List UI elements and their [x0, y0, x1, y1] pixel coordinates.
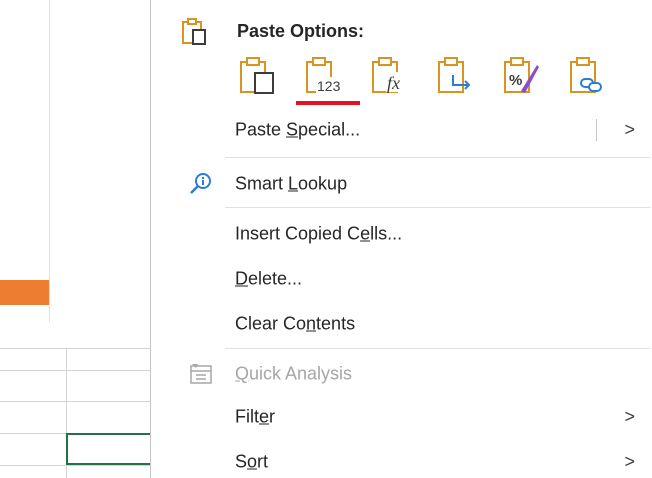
- label-part: pecial...: [298, 119, 361, 140]
- paste-values-icon: 123: [303, 55, 343, 100]
- clipboard-icon: [179, 16, 209, 46]
- chart-frame-edge: [49, 0, 50, 322]
- paste-link-button[interactable]: [565, 55, 609, 99]
- label-part: Insert Copied C: [235, 223, 361, 244]
- quick-analysis-label: Quick Analysis: [235, 364, 352, 385]
- paste-transpose-icon: [435, 55, 475, 100]
- grid-row-line: [0, 348, 160, 349]
- access-key: e: [360, 223, 371, 244]
- label-part: lls...: [370, 223, 403, 244]
- label-part: Filt: [235, 406, 259, 427]
- filter-item[interactable]: Filter >: [151, 395, 651, 439]
- chevron-right-icon: >: [624, 406, 635, 427]
- access-key: o: [247, 451, 258, 472]
- label-part: Paste: [235, 119, 287, 140]
- quick-analysis-item: Quick Analysis: [151, 352, 651, 396]
- paste-values-button[interactable]: 123: [296, 55, 360, 105]
- selected-underline: [296, 101, 360, 105]
- paste-formulas-badge: fx: [387, 73, 400, 93]
- insert-copied-cells-item[interactable]: Insert Copied Cells...: [151, 212, 651, 256]
- paste-button[interactable]: [235, 55, 279, 99]
- delete-label: Delete...: [235, 269, 302, 290]
- smart-lookup-item[interactable]: Smart Lookup: [151, 162, 651, 206]
- chevron-right-icon: >: [624, 451, 635, 472]
- label-part: Smart: [235, 173, 289, 194]
- label-part: r: [269, 406, 276, 427]
- access-key: Q: [235, 363, 250, 384]
- excel-window: Paste Options: 123 fx % Paste Special...…: [0, 0, 652, 478]
- clear-contents-item[interactable]: Clear Contents: [151, 302, 651, 346]
- paste-special-label: Paste Special...: [235, 120, 360, 141]
- delete-item[interactable]: Delete...: [151, 257, 651, 301]
- submenu-separator: [596, 119, 597, 141]
- label-part: rt: [257, 451, 269, 472]
- label-part: elete...: [248, 268, 303, 289]
- label-part: S: [235, 451, 248, 472]
- paste-values-badge: 123: [317, 78, 341, 94]
- sort-label: Sort: [235, 452, 268, 473]
- label-part: ookup: [298, 173, 348, 194]
- chevron-right-icon[interactable]: >: [624, 120, 635, 141]
- paste-special-item[interactable]: Paste Special... >: [151, 108, 651, 152]
- access-key: L: [288, 173, 299, 194]
- menu-divider: [225, 348, 651, 349]
- access-key: D: [235, 268, 248, 289]
- search-icon: [187, 170, 215, 198]
- paste-link-icon: [567, 55, 607, 100]
- grid-row-line: [0, 465, 160, 466]
- sort-item[interactable]: Sort >: [151, 440, 651, 478]
- access-key: S: [286, 119, 299, 140]
- paste-options-label: Paste Options:: [237, 20, 365, 41]
- menu-divider: [225, 207, 651, 208]
- selected-cell[interactable]: [66, 433, 154, 465]
- chart-bar[interactable]: [0, 280, 49, 305]
- quick-analysis-icon: [187, 360, 215, 388]
- menu-divider: [225, 157, 651, 158]
- label-part: uick Analysis: [249, 363, 353, 384]
- label-part: Clear Co: [235, 313, 307, 334]
- paste-formatting-button[interactable]: %: [499, 55, 543, 99]
- grid-row-line: [0, 370, 160, 371]
- clear-contents-label: Clear Contents: [235, 314, 355, 335]
- paste-transpose-button[interactable]: [433, 55, 477, 99]
- paste-formulas-icon: fx: [369, 55, 409, 100]
- label-part: tents: [316, 313, 356, 334]
- filter-label: Filter: [235, 407, 275, 428]
- paste-icon: [237, 55, 277, 100]
- paste-formatting-icon: %: [501, 55, 541, 100]
- smart-lookup-label: Smart Lookup: [235, 174, 347, 195]
- paste-formatting-badge: %: [509, 72, 522, 89]
- worksheet-area[interactable]: [0, 0, 160, 478]
- paste-options-header: Paste Options:: [179, 14, 364, 48]
- access-key: n: [306, 313, 317, 334]
- grid-row-line: [0, 401, 160, 402]
- paste-formulas-button[interactable]: fx: [367, 55, 411, 99]
- context-menu: Paste Options: 123 fx % Paste Special...…: [150, 0, 652, 478]
- paste-options-row: 123 fx %: [235, 55, 609, 105]
- insert-copied-cells-label: Insert Copied Cells...: [235, 224, 402, 245]
- access-key: e: [259, 406, 270, 427]
